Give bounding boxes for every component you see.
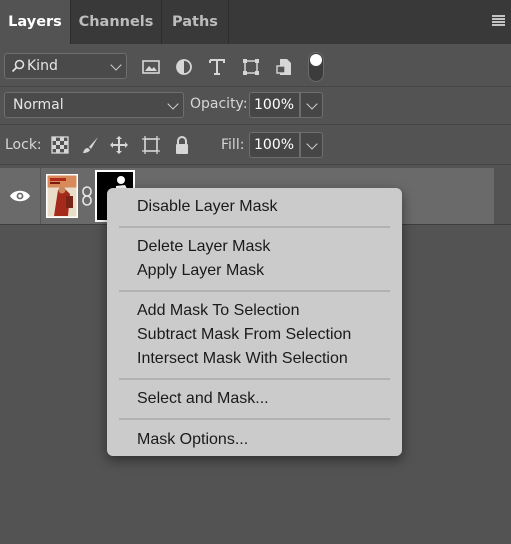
lock-transparent-pixels-icon[interactable] [50,135,70,155]
chevron-down-icon [167,98,179,110]
menu-item-delete-layer-mask[interactable]: Delete Layer Mask [137,238,270,256]
panel-menu-icon[interactable] [492,15,505,27]
chevron-down-icon [306,138,318,150]
fill-dropdown-button[interactable] [300,132,323,158]
layer-thumbnail[interactable] [46,174,78,218]
fill-input[interactable]: 100% [249,132,300,158]
chevron-down-icon [306,98,318,110]
menu-item-subtract-mask-from-selection[interactable]: Subtract Mask From Selection [137,326,351,344]
divider [0,124,511,125]
menu-item-disable-layer-mask[interactable]: Disable Layer Mask [137,198,278,216]
tab-paths[interactable]: Paths [162,0,228,44]
menu-item-intersect-mask-with-selection[interactable]: Intersect Mask With Selection [137,350,348,368]
type-filter-icon[interactable] [206,56,228,78]
image-filter-icon[interactable] [140,56,162,78]
menu-item-mask-options[interactable]: Mask Options... [137,431,248,449]
search-icon [11,59,25,73]
lock-image-pixels-icon[interactable] [80,135,100,155]
chevron-down-icon [110,59,122,71]
menu-separator [119,378,390,380]
opacity-input[interactable]: 100% [249,92,300,118]
panel-tab-bar: Layers Channels Paths [0,0,511,44]
divider [0,164,511,165]
layer-divider [40,168,41,224]
menu-separator [119,290,390,292]
lock-position-icon[interactable] [109,135,129,155]
layer-mask-context-menu: Disable Layer Mask Delete Layer Mask App… [107,188,402,456]
blend-mode-value: Normal [13,97,64,113]
lock-label: Lock: [5,137,42,153]
menu-separator [119,418,390,420]
tab-divider [228,0,229,44]
opacity-value: 100% [254,97,295,113]
toggle-knob [310,54,322,66]
lock-all-icon[interactable] [172,135,192,155]
filter-kind-label: Kind [27,58,58,74]
link-chain-icon[interactable] [81,186,93,206]
opacity-label: Opacity: [190,96,248,112]
menu-item-select-and-mask[interactable]: Select and Mask... [137,390,269,408]
eye-visibility-icon[interactable] [9,189,31,203]
tab-layers[interactable]: Layers [0,0,70,44]
menu-item-apply-layer-mask[interactable]: Apply Layer Mask [137,262,264,280]
blend-mode-dropdown[interactable]: Normal [4,92,184,118]
shape-filter-icon[interactable] [240,56,262,78]
menu-separator [119,226,390,228]
tab-channels[interactable]: Channels [71,0,161,44]
lock-artboard-icon[interactable] [141,135,161,155]
adjustment-filter-icon[interactable] [173,56,195,78]
opacity-dropdown-button[interactable] [300,92,323,118]
fill-value: 100% [254,137,295,153]
divider [0,86,511,87]
menu-item-add-mask-to-selection[interactable]: Add Mask To Selection [137,302,299,320]
smart-object-filter-icon[interactable] [274,56,296,78]
filter-toggle-switch[interactable] [308,52,324,82]
filter-kind-dropdown[interactable]: Kind [4,53,127,79]
fill-label: Fill: [221,137,245,153]
